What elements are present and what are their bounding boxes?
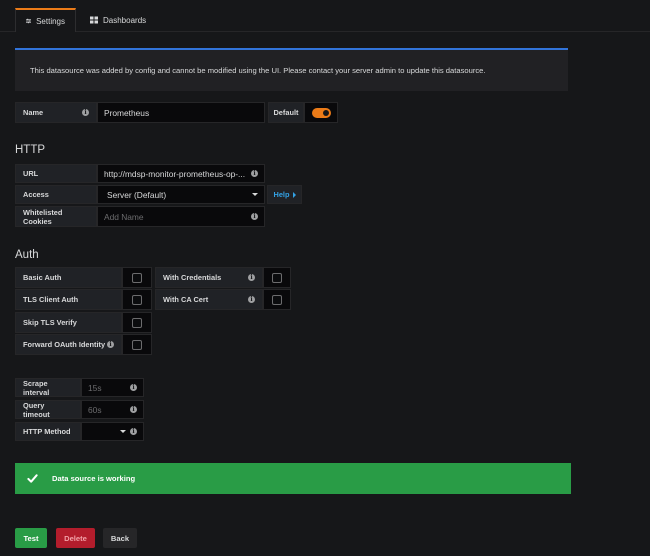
tab-settings-label: Settings (36, 16, 65, 26)
banner-text: This datasource was added by config and … (30, 66, 486, 75)
name-label-text: Name (23, 108, 44, 117)
tab-dashboards[interactable]: Dashboards (80, 8, 158, 32)
basic-auth-checkbox[interactable] (132, 272, 142, 283)
help-button-label: Help (273, 190, 290, 199)
chevron-down-icon (120, 430, 126, 433)
info-icon[interactable]: i (251, 213, 258, 220)
with-credentials-checkbox[interactable] (272, 272, 282, 283)
access-label: Access (15, 185, 97, 204)
help-button[interactable]: Help (267, 185, 302, 204)
url-input[interactable]: http://mdsp-monitor-prometheus-op-... i (97, 164, 265, 183)
name-input-value: Prometheus (104, 107, 150, 118)
url-label-text: URL (23, 169, 39, 178)
tls-client-auth-label-text: TLS Client Auth (23, 295, 79, 304)
tls-client-auth-cell (122, 289, 152, 310)
url-label: URL (15, 164, 97, 183)
url-input-value: http://mdsp-monitor-prometheus-op-... (104, 168, 246, 179)
http-method-label-text: HTTP Method (23, 427, 71, 436)
scrape-interval-placeholder: 15s (88, 382, 102, 393)
info-icon[interactable]: i (130, 428, 137, 435)
access-select[interactable]: Server (Default) (97, 185, 265, 204)
forward-oauth-label: Forward OAuth Identity i (15, 334, 122, 355)
status-alert: Data source is working (15, 463, 571, 494)
query-timeout-input[interactable]: 60s i (81, 400, 144, 419)
access-select-value: Server (Default) (107, 189, 167, 200)
tls-client-auth-label: TLS Client Auth (15, 289, 122, 310)
basic-auth-label: Basic Auth (15, 267, 122, 288)
scrape-interval-input[interactable]: 15s i (81, 378, 144, 397)
access-label-text: Access (23, 190, 49, 199)
http-method-select[interactable]: i (81, 422, 144, 441)
forward-oauth-checkbox[interactable] (132, 339, 142, 350)
info-icon[interactable]: i (107, 341, 114, 348)
name-label: Name i (15, 102, 97, 123)
info-icon[interactable]: i (251, 170, 258, 177)
with-ca-cert-label-text: With CA Cert (163, 295, 209, 304)
info-icon[interactable]: i (248, 296, 255, 303)
with-credentials-cell (263, 267, 291, 288)
default-label-text: Default (273, 108, 299, 117)
basic-auth-cell (122, 267, 152, 288)
query-timeout-placeholder: 60s (88, 404, 102, 415)
skip-tls-verify-cell (122, 312, 152, 333)
whitelisted-cookies-label: Whitelisted Cookies (15, 206, 97, 227)
with-ca-cert-label: With CA Cert i (155, 289, 263, 310)
test-button[interactable]: Test (15, 528, 47, 548)
caret-right-icon (292, 191, 296, 198)
query-timeout-label-text: Query timeout (23, 400, 50, 419)
check-icon (27, 474, 38, 483)
info-icon[interactable]: i (248, 274, 255, 281)
forward-oauth-cell (122, 334, 152, 355)
http-method-label: HTTP Method (15, 422, 81, 441)
whitelisted-cookies-placeholder: Add Name (104, 211, 144, 222)
scrape-interval-label: Scrape interval (15, 378, 81, 397)
skip-tls-verify-checkbox[interactable] (132, 317, 142, 328)
forward-oauth-label-text: Forward OAuth Identity (23, 340, 106, 349)
skip-tls-verify-label: Skip TLS Verify (15, 312, 122, 333)
default-label: Default (268, 102, 304, 123)
info-icon[interactable]: i (130, 384, 137, 391)
status-alert-text: Data source is working (52, 474, 136, 483)
default-toggle[interactable] (311, 107, 331, 118)
readonly-info-banner: This datasource was added by config and … (15, 48, 568, 91)
skip-tls-verify-label-text: Skip TLS Verify (23, 318, 77, 327)
auth-section-title: Auth (15, 249, 39, 261)
whitelisted-cookies-input[interactable]: Add Name i (97, 206, 265, 227)
with-credentials-label: With Credentials i (155, 267, 263, 288)
http-section-title: HTTP (15, 144, 46, 156)
name-input[interactable]: Prometheus (97, 102, 265, 123)
with-ca-cert-checkbox[interactable] (272, 294, 282, 305)
whitelisted-cookies-label-text: Whitelisted Cookies (23, 207, 63, 226)
chevron-down-icon (252, 193, 258, 196)
query-timeout-label: Query timeout (15, 400, 81, 419)
tls-client-auth-checkbox[interactable] (132, 294, 142, 305)
with-ca-cert-cell (263, 289, 291, 310)
tab-settings[interactable]: Settings (15, 8, 76, 32)
default-toggle-cell (304, 102, 338, 123)
grid-icon (90, 16, 98, 24)
info-icon[interactable]: i (130, 406, 137, 413)
back-button[interactable]: Back (103, 528, 137, 548)
info-icon[interactable]: i (82, 109, 89, 116)
basic-auth-label-text: Basic Auth (23, 273, 62, 282)
delete-button[interactable]: Delete (56, 528, 95, 548)
tab-dashboards-label: Dashboards (103, 15, 147, 25)
with-credentials-label-text: With Credentials (163, 273, 222, 282)
sliders-icon (26, 18, 32, 24)
scrape-interval-label-text: Scrape interval (23, 378, 50, 397)
